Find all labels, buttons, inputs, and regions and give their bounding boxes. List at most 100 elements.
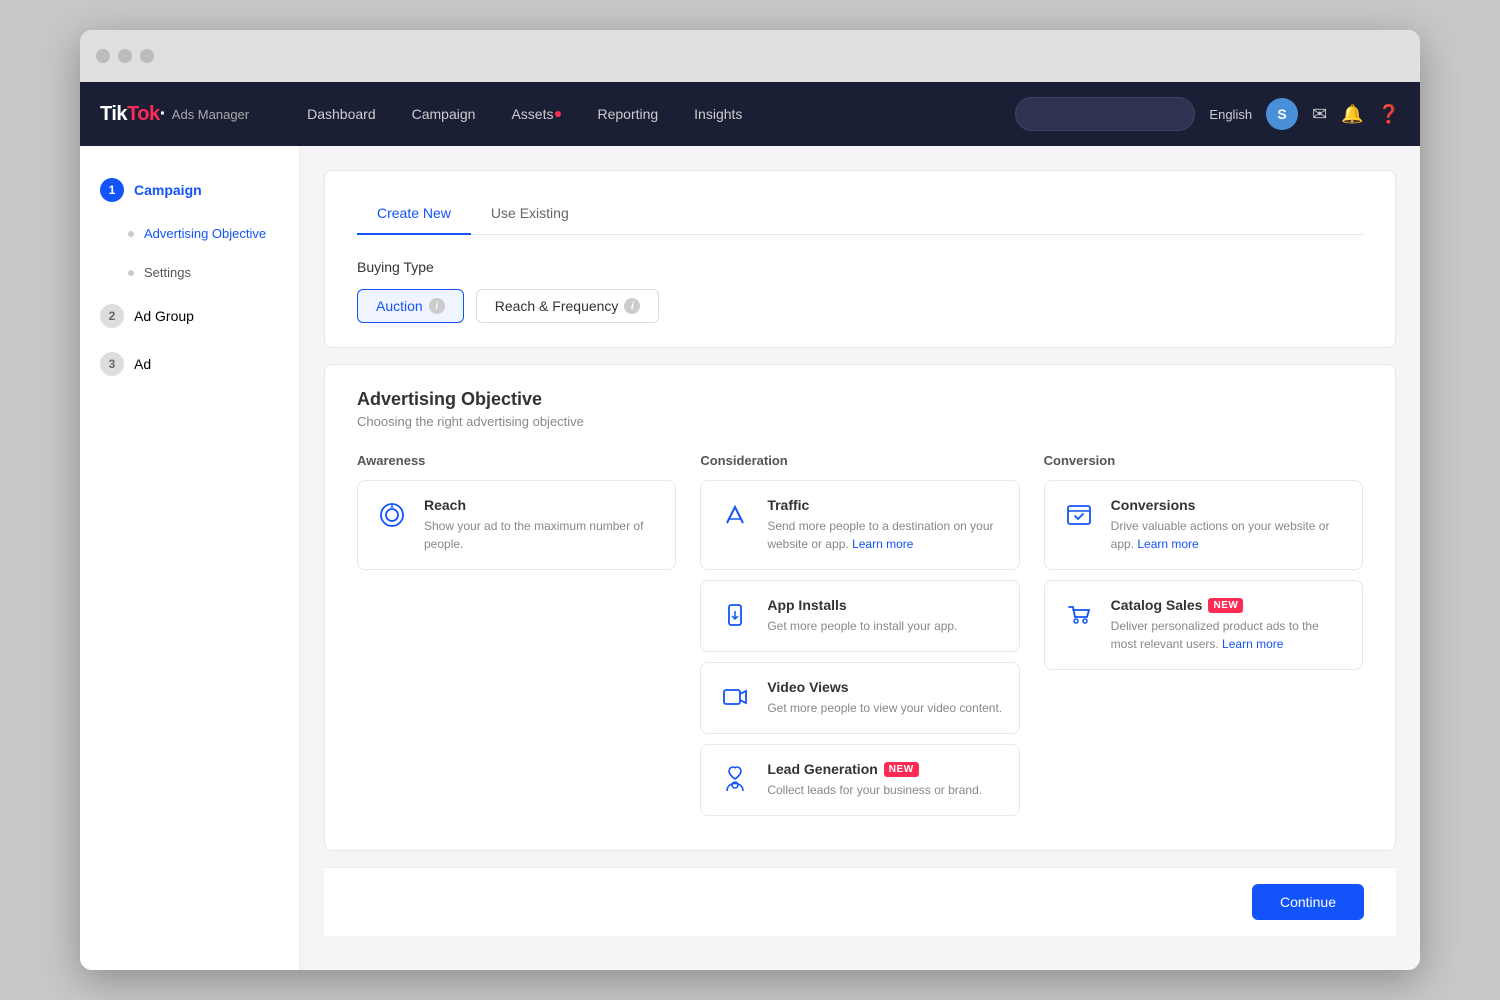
browser-dot-green xyxy=(140,49,154,63)
browser-dot-red xyxy=(96,49,110,63)
sidebar-ad-label: Ad xyxy=(134,356,151,372)
card-app-installs[interactable]: App Installs Get more people to install … xyxy=(700,580,1019,652)
reach-card-title: Reach xyxy=(424,497,659,513)
video-views-label: Video Views xyxy=(767,679,848,695)
tab-use-existing[interactable]: Use Existing xyxy=(471,195,589,235)
app: TikTok· Ads Manager Dashboard Campaign A… xyxy=(80,82,1420,970)
traffic-card-desc: Send more people to a destination on you… xyxy=(767,517,1002,553)
catalog-sales-icon xyxy=(1061,597,1097,633)
nav-right: English S ✉ 🔔 ❓ xyxy=(1015,97,1400,131)
app-installs-label: App Installs xyxy=(767,597,846,613)
card-video-views[interactable]: Video Views Get more people to view your… xyxy=(700,662,1019,734)
sidebar: 1 Campaign Advertising Objective Setting… xyxy=(80,146,300,970)
logo: TikTok· Ads Manager xyxy=(100,103,249,126)
app-installs-icon xyxy=(717,597,753,633)
card-conversions[interactable]: Conversions Drive valuable actions on yo… xyxy=(1044,480,1363,570)
browser-dot-yellow xyxy=(118,49,132,63)
conversions-desc: Drive valuable actions on your website o… xyxy=(1111,517,1346,553)
bell-icon[interactable]: 🔔 xyxy=(1341,104,1363,125)
buying-btn-reach-frequency[interactable]: Reach & Frequency i xyxy=(476,289,660,323)
conversions-learn-more[interactable]: Learn more xyxy=(1137,537,1198,551)
lead-gen-label: Lead Generation xyxy=(767,761,877,777)
sidebar-campaign-label: Campaign xyxy=(134,182,202,198)
sidebar-item-advertising-objective[interactable]: Advertising Objective xyxy=(80,214,299,253)
panel-buying-type: Create New Use Existing Buying Type Auct… xyxy=(324,170,1396,348)
browser-titlebar xyxy=(80,30,1420,82)
top-nav: TikTok· Ads Manager Dashboard Campaign A… xyxy=(80,82,1420,146)
help-icon[interactable]: ❓ xyxy=(1378,104,1400,125)
adv-obj-title: Advertising Objective xyxy=(357,389,1363,410)
assets-dot-indicator xyxy=(555,111,561,117)
traffic-learn-more[interactable]: Learn more xyxy=(852,537,913,551)
continue-button[interactable]: Continue xyxy=(1252,884,1364,920)
sidebar-ad-group-label: Ad Group xyxy=(134,308,194,324)
card-reach[interactable]: Reach Show your ad to the maximum number… xyxy=(357,480,676,570)
catalog-sales-learn-more[interactable]: Learn more xyxy=(1222,637,1283,651)
content-area: Create New Use Existing Buying Type Auct… xyxy=(300,146,1420,970)
footer-bar: Continue xyxy=(324,867,1396,936)
card-lead-generation[interactable]: Lead Generation NEW Collect leads for yo… xyxy=(700,744,1019,816)
consideration-column: Consideration xyxy=(700,453,1019,826)
main-layout: 1 Campaign Advertising Objective Setting… xyxy=(80,146,1420,970)
conversions-icon xyxy=(1061,497,1097,533)
reach-card-content: Reach Show your ad to the maximum number… xyxy=(424,497,659,553)
reach-card-desc: Show your ad to the maximum number of pe… xyxy=(424,517,659,553)
logo-ads-manager: Ads Manager xyxy=(172,107,249,122)
reach-icon xyxy=(374,497,410,533)
awareness-column: Awareness xyxy=(357,453,676,826)
adv-obj-subtitle: Choosing the right advertising objective xyxy=(357,414,1363,429)
app-installs-title: App Installs xyxy=(767,597,1002,613)
buying-btn-rf-label: Reach & Frequency xyxy=(495,298,619,314)
tabs: Create New Use Existing xyxy=(357,195,1363,235)
sidebar-settings-label: Settings xyxy=(144,265,191,280)
video-views-title: Video Views xyxy=(767,679,1002,695)
sidebar-item-ad-group[interactable]: 2 Ad Group xyxy=(80,292,299,340)
buying-type-label: Buying Type xyxy=(357,259,1363,275)
step-circle-3: 3 xyxy=(100,352,124,376)
nav-assets[interactable]: Assets xyxy=(493,82,579,146)
lead-gen-desc: Collect leads for your business or brand… xyxy=(767,781,1002,799)
awareness-header: Awareness xyxy=(357,453,676,468)
buying-btn-auction[interactable]: Auction i xyxy=(357,289,464,323)
step-circle-1: 1 xyxy=(100,178,124,202)
tab-create-new[interactable]: Create New xyxy=(357,195,471,235)
catalog-sales-label: Catalog Sales xyxy=(1111,597,1203,613)
nav-campaign[interactable]: Campaign xyxy=(394,82,494,146)
consideration-header: Consideration xyxy=(700,453,1019,468)
card-traffic[interactable]: Traffic Send more people to a destinatio… xyxy=(700,480,1019,570)
traffic-icon xyxy=(717,497,753,533)
lead-gen-title: Lead Generation NEW xyxy=(767,761,1002,777)
catalog-sales-new-badge: NEW xyxy=(1208,598,1243,613)
reach-label: Reach xyxy=(424,497,466,513)
traffic-card-title: Traffic xyxy=(767,497,1002,513)
nav-links: Dashboard Campaign Assets Reporting Insi… xyxy=(289,82,1015,146)
catalog-sales-title: Catalog Sales NEW xyxy=(1111,597,1346,613)
nav-dashboard[interactable]: Dashboard xyxy=(289,82,394,146)
conversions-content: Conversions Drive valuable actions on yo… xyxy=(1111,497,1346,553)
nav-insights[interactable]: Insights xyxy=(676,82,760,146)
conversion-header: Conversion xyxy=(1044,453,1363,468)
conversion-column: Conversion xyxy=(1044,453,1363,826)
traffic-card-content: Traffic Send more people to a destinatio… xyxy=(767,497,1002,553)
catalog-sales-desc: Deliver personalized product ads to the … xyxy=(1111,617,1346,653)
panel-advertising-objective: Advertising Objective Choosing the right… xyxy=(324,364,1396,851)
nav-reporting[interactable]: Reporting xyxy=(579,82,676,146)
nav-assets-label: Assets xyxy=(511,106,553,122)
sidebar-item-campaign[interactable]: 1 Campaign xyxy=(80,166,299,214)
nav-language[interactable]: English xyxy=(1209,107,1252,122)
lead-gen-icon xyxy=(717,761,753,797)
video-views-content: Video Views Get more people to view your… xyxy=(767,679,1002,717)
nav-search-box[interactable] xyxy=(1015,97,1195,131)
lead-gen-new-badge: NEW xyxy=(884,762,919,777)
lead-gen-content: Lead Generation NEW Collect leads for yo… xyxy=(767,761,1002,799)
card-catalog-sales[interactable]: Catalog Sales NEW Deliver personalized p… xyxy=(1044,580,1363,670)
objective-columns: Awareness xyxy=(357,453,1363,826)
nav-avatar: S xyxy=(1266,98,1298,130)
auction-info-icon[interactable]: i xyxy=(429,298,445,314)
sidebar-item-ad[interactable]: 3 Ad xyxy=(80,340,299,388)
step-circle-2: 2 xyxy=(100,304,124,328)
mail-icon[interactable]: ✉ xyxy=(1312,104,1327,125)
rf-info-icon[interactable]: i xyxy=(624,298,640,314)
sidebar-item-settings[interactable]: Settings xyxy=(80,253,299,292)
video-views-icon xyxy=(717,679,753,715)
